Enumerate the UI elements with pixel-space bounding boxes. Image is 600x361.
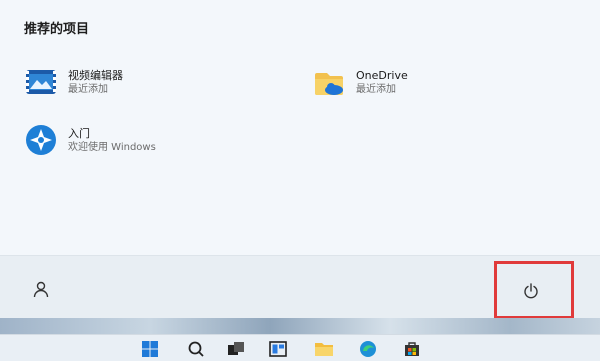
recommended-item-subtitle: 最近添加: [356, 83, 396, 95]
taskbar: [0, 334, 600, 361]
file-explorer-icon[interactable]: [314, 339, 334, 359]
power-icon: [524, 283, 538, 299]
recommended-item-name: 视频编辑器: [68, 68, 123, 82]
user-icon: [33, 281, 49, 298]
start-menu-footer: [0, 255, 600, 319]
recommended-item-video-editor[interactable]: 视频编辑器 最近添加: [24, 62, 264, 102]
widgets-icon[interactable]: [268, 339, 288, 359]
recommended-item-name: 入门: [68, 126, 90, 140]
recommended-item-name: OneDrive: [356, 68, 408, 82]
store-icon[interactable]: [402, 339, 422, 359]
start-menu-panel: 推荐的项目 视频编辑器 最近添加 OneDrive 最近添加 入门 欢迎使用 W…: [0, 0, 600, 255]
recommended-item-get-started[interactable]: 入门 欢迎使用 Windows: [24, 120, 264, 160]
task-view-icon[interactable]: [226, 339, 246, 359]
windows-start-icon[interactable]: [140, 339, 160, 359]
recommended-title: 推荐的项目: [24, 22, 90, 37]
recommended-item-subtitle: 欢迎使用 Windows: [68, 141, 156, 153]
get-started-icon: [24, 123, 58, 157]
video-editor-icon: [24, 65, 58, 99]
user-account-button[interactable]: [28, 276, 54, 302]
search-icon[interactable]: [186, 339, 206, 359]
recommended-item-onedrive[interactable]: OneDrive 最近添加: [312, 62, 552, 102]
desktop-wallpaper-strip: [0, 318, 600, 334]
power-button[interactable]: [518, 278, 544, 304]
recommended-item-subtitle: 最近添加: [68, 83, 108, 95]
onedrive-icon: [312, 65, 346, 99]
edge-icon[interactable]: [358, 339, 378, 359]
